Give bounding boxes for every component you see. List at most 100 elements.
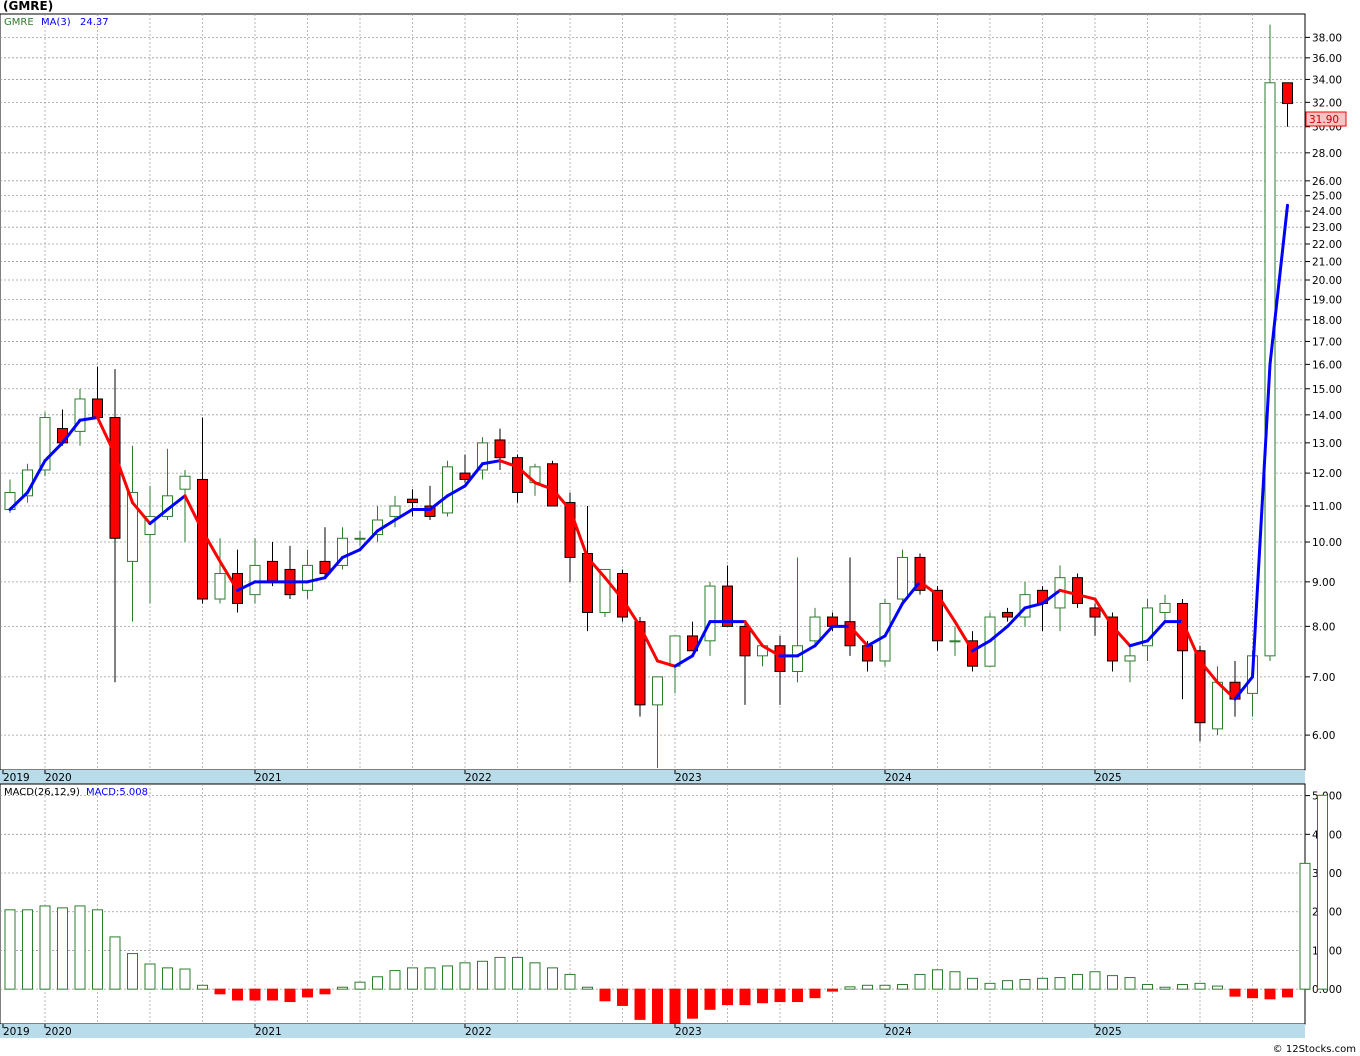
candle-body-up (1212, 681, 1223, 730)
macd-legend-value: MACD:5.008 (86, 787, 148, 798)
macd-bar-positive (1054, 977, 1066, 990)
macd-bar-positive (862, 984, 873, 990)
macd-bar-negative (739, 988, 751, 1006)
macd-bar-positive (179, 968, 191, 990)
price-y-tick-label: 7.00 (1312, 672, 1335, 684)
macd-bar-negative (1229, 988, 1241, 997)
candlestick (1072, 573, 1083, 608)
price-y-tick-label: 25.00 (1312, 191, 1342, 203)
macd-bar-positive (442, 965, 453, 990)
macd-bar-negative (599, 988, 611, 1002)
price-y-tick-label: 6.00 (1312, 730, 1335, 742)
price-y-tick-label: 16.00 (1312, 359, 1342, 371)
macd-bar-positive (494, 956, 506, 990)
macd-bar-negative (792, 988, 803, 1003)
candle-body-up (949, 640, 961, 643)
macd-bar-negative (302, 988, 313, 998)
price-x-tick-label: 2023 (675, 772, 702, 784)
candlestick (879, 599, 891, 667)
macd-bar-negative (722, 988, 733, 1006)
chart-title: (GMRE) (3, 0, 53, 13)
price-y-tick-label: 28.00 (1312, 148, 1342, 160)
price-y-tick-label: 8.00 (1312, 621, 1335, 633)
macd-x-tick-label: 2019 (3, 1026, 30, 1038)
candle-body-down (267, 560, 278, 583)
price-y-tick-label: 13.00 (1312, 438, 1342, 450)
candle-body-down (1282, 82, 1293, 105)
macd-bar-positive (529, 962, 541, 990)
macd-bar-positive (1194, 982, 1206, 990)
price-y-tick-label: 26.00 (1312, 176, 1342, 188)
candle-body-down (774, 645, 786, 672)
candle-body-down (512, 457, 523, 493)
macd-bar-negative (319, 988, 331, 995)
price-y-tick-label: 18.00 (1312, 315, 1342, 327)
macd-bar-positive (4, 909, 16, 990)
macd-bar-positive (949, 971, 961, 990)
macd-bar-positive (1212, 985, 1223, 990)
macd-bar-positive (914, 973, 926, 990)
candle-body-up (214, 573, 226, 600)
macd-bar-positive (389, 970, 401, 990)
macd-bar-positive (354, 981, 366, 990)
candle-body-up (1124, 655, 1136, 662)
macd-bar-negative (669, 988, 681, 1024)
macd-bar-positive (512, 956, 523, 990)
macd-bar-positive (1107, 975, 1118, 990)
candle-body-up (809, 616, 821, 642)
macd-bar-positive (22, 909, 33, 990)
macd-bar-positive (459, 962, 471, 990)
macd-bar-positive (127, 953, 138, 990)
candle-body-up (302, 564, 313, 591)
macd-bar-positive (162, 967, 173, 990)
candle-body-up (897, 556, 908, 600)
price-y-tick-label: 24.00 (1312, 206, 1342, 218)
price-y-tick-label: 21.00 (1312, 257, 1342, 269)
candle-body-up (669, 635, 681, 667)
price-y-tick-label: 38.00 (1312, 32, 1342, 44)
price-x-tick-label: 2022 (465, 772, 492, 784)
macd-bar-negative (827, 988, 838, 992)
candle-body-down (862, 645, 873, 662)
price-y-tick-label: 12.00 (1312, 468, 1342, 480)
price-x-tick-label: 2020 (45, 772, 72, 784)
footer-credit: © 12Stocks.com (1273, 1044, 1356, 1055)
macd-bar-positive (844, 986, 856, 990)
candle-body-down (109, 417, 121, 539)
macd-bar-positive (424, 967, 436, 990)
macd-bar-positive (1037, 977, 1048, 990)
macd-bar-negative (1247, 988, 1258, 999)
legend-symbol: GMRE (4, 17, 34, 28)
price-y-tick-label: 32.00 (1312, 97, 1342, 109)
last-price-label: 31.90 (1309, 114, 1339, 126)
macd-bar-positive (1299, 862, 1311, 990)
candle-body-down (92, 398, 103, 419)
macd-bar-positive (1002, 980, 1013, 990)
candle-body-up (704, 585, 716, 642)
macd-x-tick-label: 2024 (885, 1026, 912, 1038)
macd-bar-positive (547, 967, 558, 990)
macd-bar-positive (109, 936, 121, 990)
macd-bar-negative (757, 988, 768, 1004)
macd-bar-positive (337, 986, 348, 990)
candle-body-up (354, 537, 366, 540)
macd-bar-negative (284, 988, 296, 1003)
price-y-tick-label: 34.00 (1312, 74, 1342, 86)
macd-bar-negative (652, 988, 663, 1027)
macd-bar-positive (372, 976, 383, 990)
macd-bar-negative (774, 988, 786, 1003)
price-y-tick-label: 20.00 (1312, 275, 1342, 287)
candle-body-up (792, 645, 803, 672)
price-y-tick-label: 15.00 (1312, 384, 1342, 396)
macd-bar-positive (1177, 984, 1188, 990)
candle-body-up (389, 505, 401, 517)
stock-chart: (GMRE) 38.0036.0034.0032.0030.0028.0026.… (0, 0, 1356, 1055)
candlestick (547, 460, 558, 507)
price-y-tick-label: 19.00 (1312, 294, 1342, 306)
candle-body-up (652, 676, 663, 706)
candle-body-up (442, 466, 453, 514)
candlestick (442, 460, 453, 517)
price-x-tick-label: 2019 (3, 772, 30, 784)
candle-body-up (1159, 602, 1171, 613)
candle-body-down (739, 625, 751, 657)
